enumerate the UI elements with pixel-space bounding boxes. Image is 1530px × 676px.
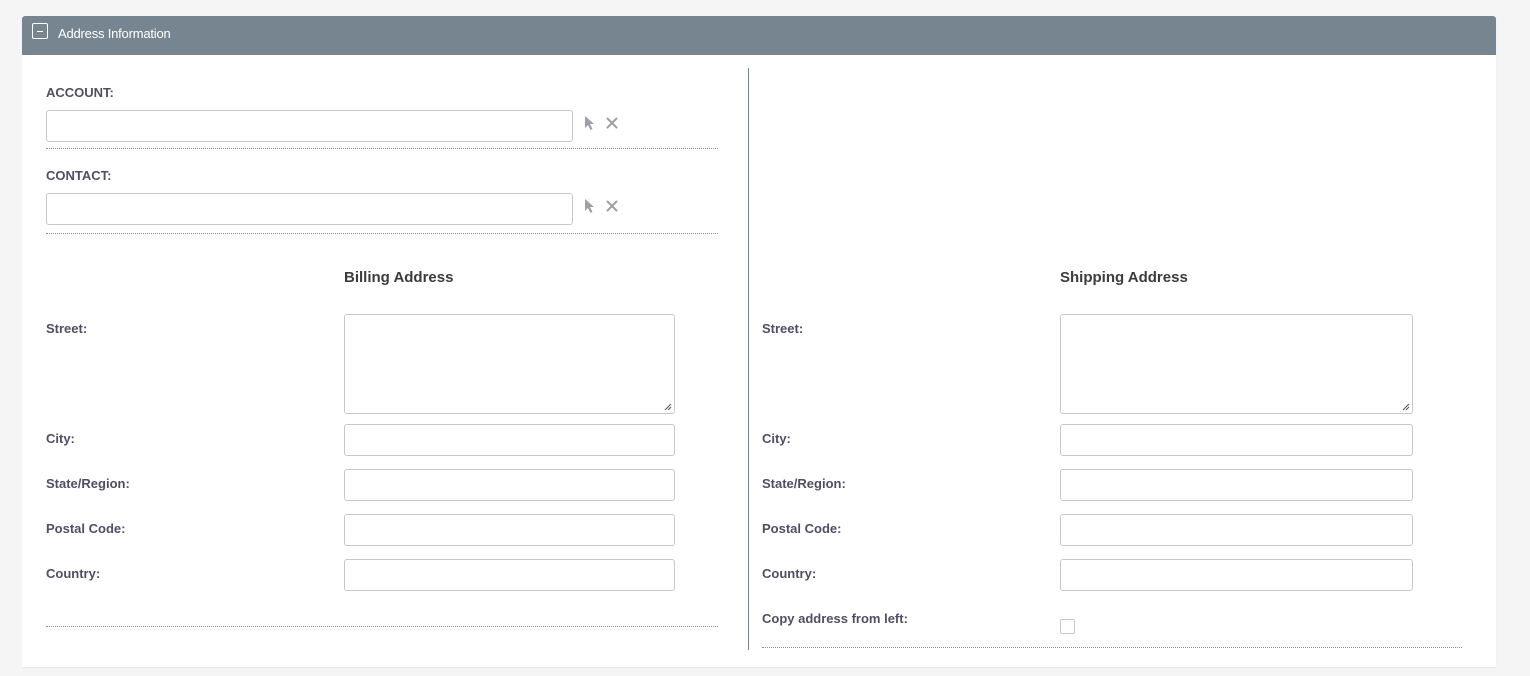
divider	[46, 626, 718, 627]
billing-state-label: State/Region:	[46, 476, 130, 491]
shipping-city-label: City:	[762, 431, 791, 446]
billing-country-input[interactable]	[344, 559, 675, 591]
close-icon[interactable]	[604, 198, 620, 214]
shipping-country-input[interactable]	[1060, 559, 1413, 591]
billing-address-title: Billing Address	[344, 269, 454, 286]
contact-label: CONTACT:	[46, 168, 112, 183]
shipping-state-label: State/Region:	[762, 476, 846, 491]
panel-header[interactable]: Address Information	[22, 16, 1496, 55]
billing-country-label: Country:	[46, 566, 101, 581]
divider	[46, 233, 718, 234]
billing-street-textarea[interactable]	[344, 314, 675, 414]
billing-city-input[interactable]	[344, 424, 675, 456]
minus-box-icon[interactable]	[32, 23, 48, 39]
shipping-state-input[interactable]	[1060, 469, 1413, 501]
billing-street-label: Street:	[46, 321, 88, 336]
shipping-city-input[interactable]	[1060, 424, 1413, 456]
close-icon[interactable]	[604, 115, 620, 131]
address-information-panel: Address Information ACCOUNT: CONTACT: Bi…	[22, 16, 1496, 667]
shipping-country-label: Country:	[762, 566, 817, 581]
billing-city-label: City:	[46, 431, 75, 446]
shipping-postal-input[interactable]	[1060, 514, 1413, 546]
cursor-select-icon[interactable]	[582, 115, 598, 131]
account-label: ACCOUNT:	[46, 85, 114, 100]
billing-state-input[interactable]	[344, 469, 675, 501]
resize-grip-icon[interactable]	[1402, 403, 1410, 411]
billing-postal-label: Postal Code:	[46, 521, 126, 536]
column-divider	[748, 68, 749, 650]
cursor-select-icon[interactable]	[582, 198, 598, 214]
copy-address-checkbox[interactable]	[1060, 619, 1075, 634]
billing-postal-input[interactable]	[344, 514, 675, 546]
divider	[762, 647, 1462, 648]
account-input[interactable]	[46, 110, 573, 142]
shipping-postal-label: Postal Code:	[762, 521, 842, 536]
contact-input[interactable]	[46, 193, 573, 225]
shipping-street-label: Street:	[762, 321, 804, 336]
shipping-street-textarea[interactable]	[1060, 314, 1413, 414]
panel-title: Address Information	[58, 26, 171, 41]
resize-grip-icon[interactable]	[664, 403, 672, 411]
divider	[46, 148, 718, 149]
shipping-address-title: Shipping Address	[1060, 269, 1188, 286]
copy-address-label: Copy address from left:	[762, 611, 908, 626]
